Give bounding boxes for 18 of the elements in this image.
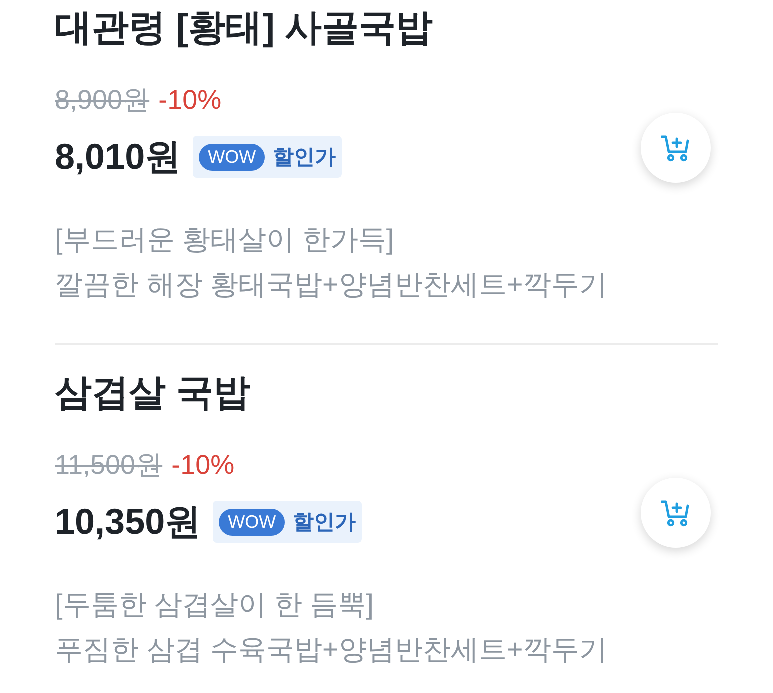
description-line: 푸짐한 삼겹 수육국밥+양념반찬세트+깍두기: [55, 633, 608, 667]
sale-price: 10,350원: [55, 500, 202, 544]
badge-label: 할인가: [273, 145, 336, 171]
original-price: 8,900원: [55, 84, 150, 117]
discount-rate: -10%: [158, 84, 222, 116]
discount-rate: -10%: [172, 450, 235, 480]
wow-tag: WOW: [199, 144, 266, 170]
product-name: 삼겹살 국밥: [55, 371, 250, 415]
original-price: 11,500원: [55, 449, 163, 482]
wow-tag: WOW: [219, 508, 286, 536]
description-line: 깔끔한 해장 황태국밥+양념반찬세트+깍두기: [55, 268, 608, 302]
description-line: [두툼한 삼겹살이 한 듬뿍]: [55, 588, 374, 622]
cart-plus-icon: [661, 134, 691, 162]
description-line: [부드러운 황태살이 한가득]: [55, 223, 394, 257]
product-name: 대관령 [황태] 사골국밥: [55, 6, 434, 50]
sale-price: 8,010원: [55, 134, 182, 178]
cart-plus-icon: [661, 500, 691, 526]
badge-label: 할인가: [293, 510, 356, 536]
